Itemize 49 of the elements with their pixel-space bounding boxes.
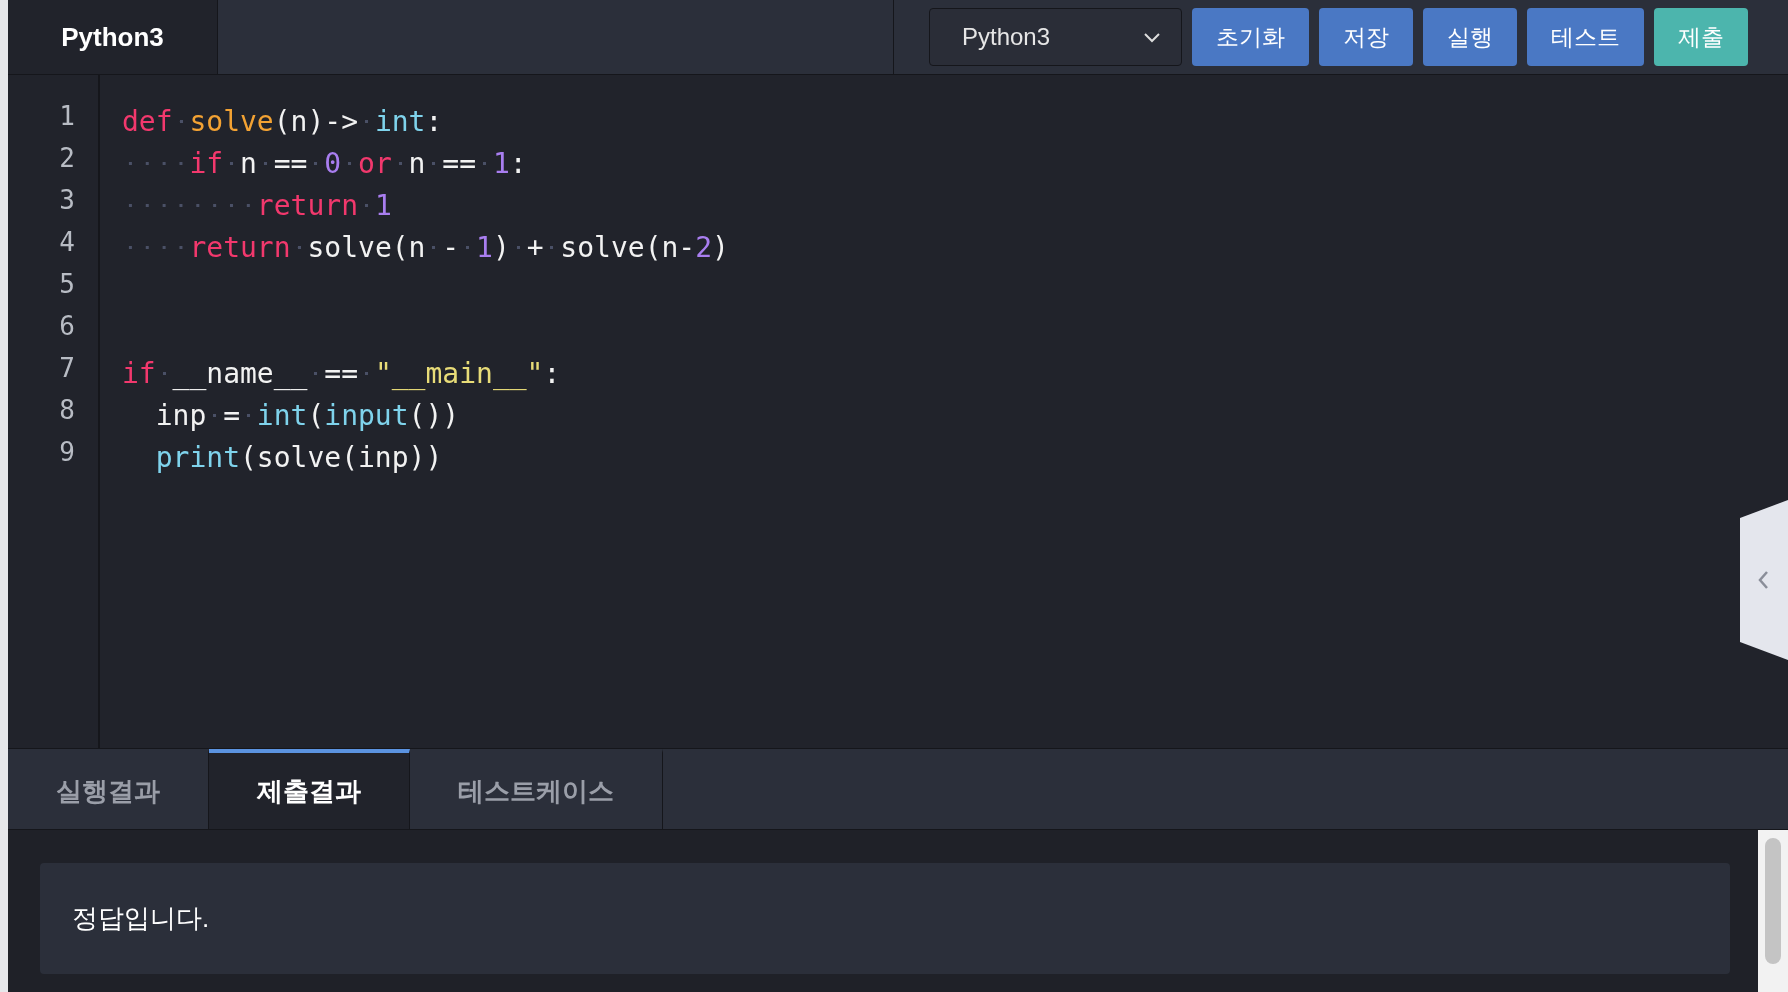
line-number: 4 (58, 227, 76, 259)
code-token: return (122, 231, 308, 264)
line-number: 9 (58, 437, 76, 469)
code-token: "__main__" (374, 357, 544, 390)
language-dropdown[interactable]: Python3 (929, 8, 1182, 66)
editor-tab[interactable]: Python3 (8, 0, 218, 74)
code-token: n == (408, 147, 493, 180)
code-token: ( (307, 399, 325, 432)
code-token: n == (240, 147, 325, 180)
code-token: ) (712, 231, 729, 264)
result-tab[interactable]: 제출결과 (209, 749, 410, 829)
code-token: 2 (695, 231, 713, 264)
code-token: if (122, 357, 173, 390)
result-tab[interactable]: 테스트케이스 (410, 749, 663, 829)
code-token: 1 (374, 189, 392, 222)
collapse-handle[interactable] (1738, 500, 1788, 660)
code-token: solve (189, 105, 274, 138)
line-number: 2 (58, 143, 76, 175)
code-token: ) + solve(n- (492, 231, 696, 264)
code-token: print (155, 441, 240, 474)
code-token: (n)-> (273, 105, 375, 138)
result-message: 정답입니다. (72, 902, 210, 935)
code-token: : (509, 147, 527, 180)
code-token: 1 (492, 147, 510, 180)
code-token: int (374, 105, 426, 138)
line-number: 8 (58, 395, 76, 427)
code-token: inp = (155, 399, 257, 432)
code-token: input (324, 399, 409, 432)
line-number: 3 (58, 185, 76, 217)
code-token: : (543, 357, 561, 390)
code-token: : (425, 105, 443, 138)
code-token: ()) (408, 399, 460, 432)
line-number: 5 (58, 269, 76, 301)
line-number: 1 (58, 101, 76, 133)
toolbar-button[interactable]: 테스트 (1527, 8, 1644, 66)
code-token: __name__ == (172, 357, 375, 390)
code-token: int (256, 399, 308, 432)
code-token: def (122, 105, 190, 138)
scrollbar-thumb[interactable] (1765, 838, 1781, 964)
toolbar-button[interactable]: 초기화 (1192, 8, 1309, 66)
line-number: 7 (58, 353, 76, 385)
code-token: 1 (476, 231, 493, 264)
code-token: (solve(inp)) (240, 441, 443, 474)
code-token: or (358, 147, 409, 180)
toolbar-button[interactable]: 실행 (1423, 8, 1517, 66)
toolbar-button[interactable]: 저장 (1319, 8, 1413, 66)
chevron-down-icon (1143, 31, 1161, 43)
line-number: 6 (58, 311, 76, 343)
code-token: solve(n - (307, 231, 477, 264)
